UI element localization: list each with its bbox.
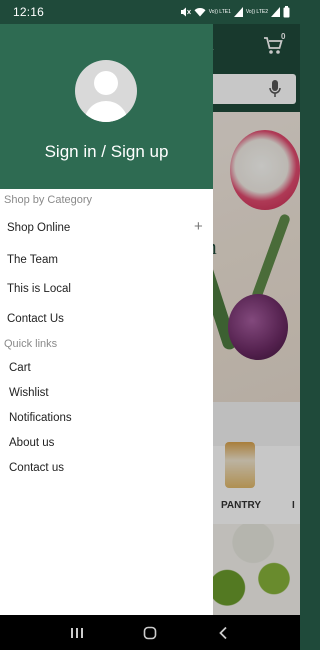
status-icons: Vo)) LTE1 Vo)) LTE2 (180, 6, 290, 18)
battery-icon (283, 6, 290, 18)
quick-link-notifications[interactable]: Notifications (9, 408, 209, 428)
home-icon (143, 626, 157, 639)
recent-apps-button[interactable] (57, 621, 97, 645)
expand-plus-icon[interactable]: + (194, 218, 203, 235)
back-icon (219, 626, 227, 639)
section-label-shop-by-category: Shop by Category (4, 194, 93, 206)
avatar-body-shape (84, 101, 128, 122)
menu-item-contact-us[interactable]: Contact Us (7, 309, 207, 329)
menu-item-the-team[interactable]: The Team (7, 250, 207, 270)
recent-apps-icon (70, 627, 83, 638)
sim1-label: Vo)) LTE1 (208, 8, 231, 15)
menu-item-label: Shop Online (7, 222, 71, 234)
status-time: 12:16 (13, 5, 45, 19)
avatar-head-shape (94, 71, 118, 95)
quick-link-label: Contact us (9, 462, 64, 474)
menu-item-this-is-local[interactable]: This is Local (7, 279, 207, 299)
quick-link-label: Cart (9, 362, 31, 374)
menu-item-shop-online[interactable]: Shop Online (7, 218, 207, 238)
menu-item-label: This is Local (7, 283, 71, 295)
back-button[interactable] (203, 621, 243, 645)
quick-link-label: Wishlist (9, 387, 49, 399)
quick-link-cart[interactable]: Cart (9, 358, 209, 378)
drawer-header: Sign in / Sign up (0, 24, 213, 189)
quick-link-about-us[interactable]: About us (9, 433, 209, 453)
section-label-quick-links: Quick links (4, 338, 58, 350)
signal-icon (233, 7, 243, 17)
quick-link-label: About us (9, 437, 55, 449)
sign-in-link[interactable]: Sign in / Sign up (0, 142, 213, 162)
navigation-drawer: Sign in / Sign up Shop by Category Shop … (0, 24, 213, 615)
quick-link-contact-us[interactable]: Contact us (9, 458, 209, 478)
quick-link-wishlist[interactable]: Wishlist (9, 383, 209, 403)
menu-item-label: The Team (7, 254, 58, 266)
home-button[interactable] (130, 621, 170, 645)
avatar[interactable] (75, 60, 137, 122)
quick-link-label: Notifications (9, 412, 72, 424)
mute-icon (180, 7, 191, 17)
status-bar: 12:16 Vo)) LTE1 Vo)) LTE2 (0, 0, 300, 24)
system-navigation-bar (0, 615, 300, 650)
menu-item-label: Contact Us (7, 313, 64, 325)
sim2-label: Vo)) LTE2 (245, 8, 268, 15)
wifi-icon (194, 7, 206, 17)
signal-icon (271, 7, 280, 17)
